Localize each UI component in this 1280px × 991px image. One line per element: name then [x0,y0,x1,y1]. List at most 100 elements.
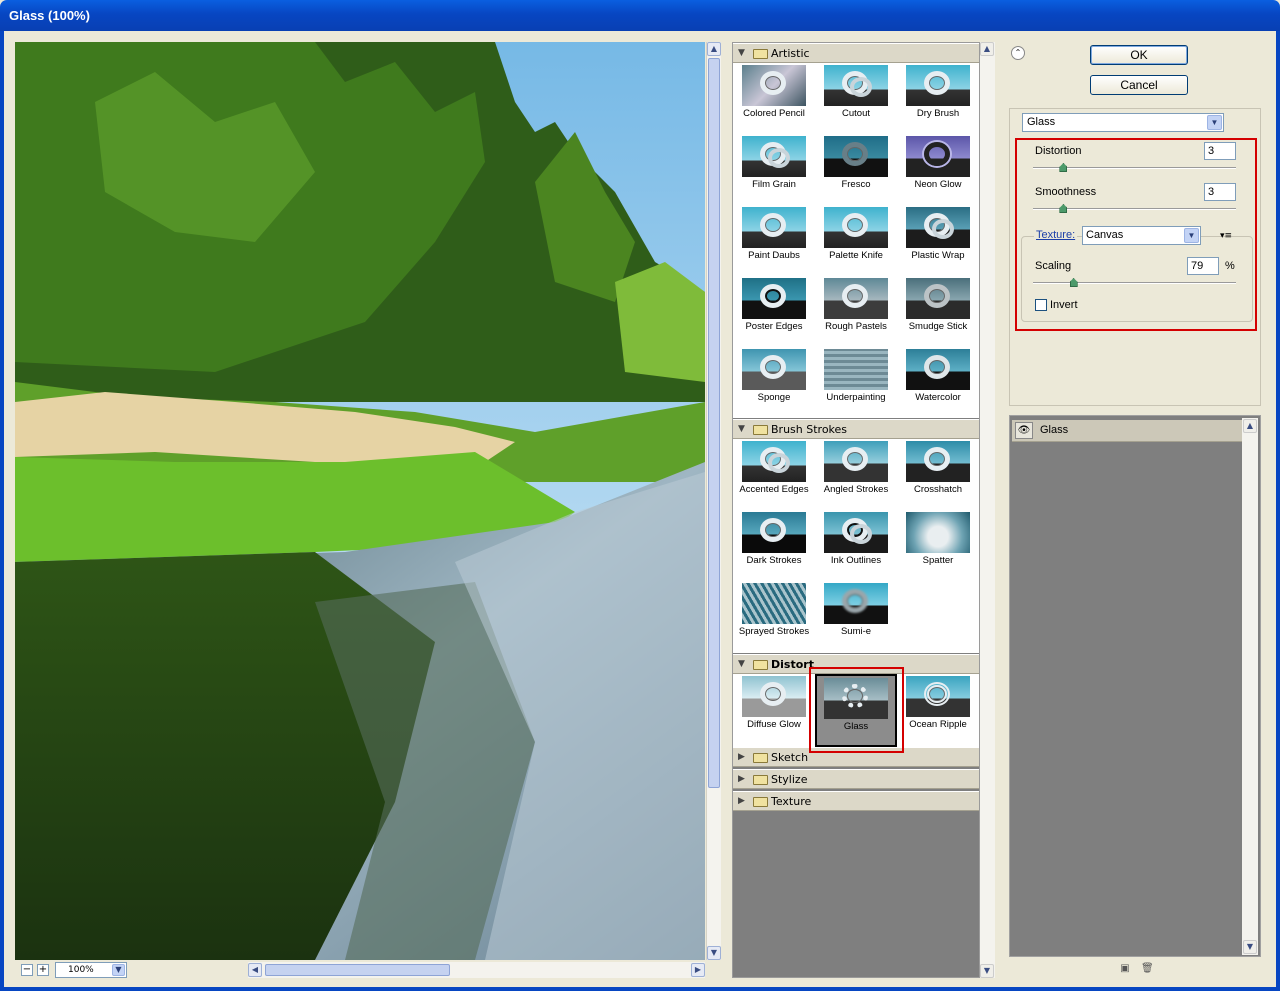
filter-label: Angled Strokes [823,484,889,495]
knot-shape [924,71,950,95]
knot-shape [760,284,786,308]
preview-image[interactable] [15,42,705,960]
filter-preview-image [906,349,970,390]
filter-label: Neon Glow [914,179,962,190]
filter-preview-image [906,441,970,482]
scroll-left-button[interactable]: ◀ [248,963,262,977]
category-texture[interactable]: ▶ Texture [733,791,979,811]
filter-preview-image [906,278,970,319]
category-stylize[interactable]: ▶ Stylize [733,769,979,789]
category-label: Brush Strokes [771,423,848,436]
filter-label: Ink Outlines [830,555,882,566]
filter-label: Paint Daubs [748,250,800,261]
category-label: Distort [771,658,814,671]
filter-thumb-paint-daubs[interactable]: Paint Daubs [733,207,815,277]
zoom-in-button[interactable]: + [37,964,49,976]
collapsed-triangle-icon: ▶ [738,796,745,806]
filter-thumb-dry-brush[interactable]: Dry Brush [897,65,979,135]
filter-thumb-underpainting[interactable]: Underpainting [815,349,897,419]
filter-thumb-crosshatch[interactable]: Crosshatch [897,441,979,511]
gallery-scrollbar[interactable]: ▲ ▼ [980,42,995,978]
landscape-photo [15,42,705,960]
title-bar: Glass (100%) [0,0,1280,31]
filter-preview-image [824,583,888,624]
filter-thumb-sprayed-strokes[interactable]: Sprayed Strokes [733,583,815,653]
filter-thumb-diffuse-glow[interactable]: Diffuse Glow [733,676,815,746]
knot-shape [768,453,790,473]
parameters-highlight [1015,138,1257,331]
knot-shape [924,447,950,471]
filter-preview-image [824,65,888,106]
scroll-right-button[interactable]: ▶ [691,963,705,977]
collapsed-triangle-icon: ▶ [738,774,745,784]
ok-button[interactable]: OK [1090,45,1188,65]
scroll-down-button[interactable]: ▼ [980,964,994,978]
filter-label: Diffuse Glow [747,719,801,730]
selection-highlight [809,667,904,753]
filter-thumb-sponge[interactable]: Sponge [733,349,815,419]
eye-icon[interactable]: 👁 [1015,422,1033,439]
filter-thumb-rough-pastels[interactable]: Rough Pastels [815,278,897,348]
knot-shape [924,284,950,308]
effect-layer-row[interactable]: 👁 Glass [1012,420,1242,442]
knot-shape [932,219,954,239]
filter-thumb-watercolor[interactable]: Watercolor [897,349,979,419]
knot-shape [760,355,786,379]
filter-label: Accented Edges [739,484,809,495]
filter-thumb-film-grain[interactable]: Film Grain [733,136,815,206]
filter-thumb-ocean-ripple[interactable]: Ocean Ripple [897,676,979,746]
filter-label: Poster Edges [745,321,803,332]
filter-thumb-cutout[interactable]: Cutout [815,65,897,135]
filter-thumb-neon-glow[interactable]: Neon Glow [897,136,979,206]
category-artistic[interactable]: ▼ Artistic [733,43,979,63]
knot-shape [760,71,786,95]
scroll-down-button[interactable]: ▼ [707,946,721,960]
scroll-up-button[interactable]: ▲ [707,42,721,56]
filter-thumb-angled-strokes[interactable]: Angled Strokes [815,441,897,511]
expanded-triangle-icon: ▼ [738,659,745,669]
trash-icon[interactable]: 🗑 [1141,963,1154,974]
filter-thumb-palette-knife[interactable]: Palette Knife [815,207,897,277]
folder-icon [753,797,768,807]
knot-shape [842,589,868,613]
knot-shape [842,142,868,166]
scroll-up-button[interactable]: ▲ [980,42,994,56]
scroll-up-button[interactable]: ▲ [1243,419,1257,433]
effect-layers-panel [1009,415,1261,957]
scroll-down-button[interactable]: ▼ [1243,940,1257,954]
filter-thumb-spatter[interactable]: Spatter [897,512,979,582]
layers-scrollbar[interactable]: ▲ ▼ [1242,418,1258,955]
preview-horizontal-scrollbar[interactable]: ◀ ▶ [248,962,705,978]
filter-label: Colored Pencil [743,108,805,119]
filter-label: Dry Brush [916,108,960,119]
category-body-artistic: Colored Pencil Cutout Dry Brush Film Gra… [733,63,979,418]
folder-icon [753,775,768,785]
filter-thumb-smudge-stick[interactable]: Smudge Stick [897,278,979,348]
filter-thumb-ink-outlines[interactable]: Ink Outlines [815,512,897,582]
zoom-select[interactable]: 100% ▼ [55,962,127,978]
filter-preview-image [742,583,806,624]
filter-thumb-dark-strokes[interactable]: Dark Strokes [733,512,815,582]
filter-thumb-fresco[interactable]: Fresco [815,136,897,206]
folder-icon [753,49,768,59]
category-brush-strokes[interactable]: ▼ Brush Strokes [733,419,979,439]
collapse-gallery-icon[interactable]: ⌃ [1011,46,1025,60]
filter-thumb-plastic-wrap[interactable]: Plastic Wrap [897,207,979,277]
cancel-button[interactable]: Cancel [1090,75,1188,95]
folder-icon [753,425,768,435]
filter-preview-image [824,136,888,177]
filter-thumb-sumi-e[interactable]: Sumi-e [815,583,897,653]
new-effect-layer-icon[interactable]: ▣ [1119,963,1131,974]
scroll-thumb[interactable] [708,58,720,788]
scroll-thumb-h[interactable] [265,964,450,976]
zoom-out-button[interactable]: − [21,964,33,976]
filter-thumb-colored-pencil[interactable]: Colored Pencil [733,65,815,135]
filter-thumb-accented-edges[interactable]: Accented Edges [733,441,815,511]
filter-label: Plastic Wrap [911,250,965,261]
preview-vertical-scrollbar[interactable]: ▲ ▼ [706,42,721,960]
filter-preview-image [906,65,970,106]
filter-preview-image [742,207,806,248]
filter-thumb-poster-edges[interactable]: Poster Edges [733,278,815,348]
filter-label: Sumi-e [840,626,872,637]
filter-select[interactable]: Glass ▼ [1022,113,1224,132]
